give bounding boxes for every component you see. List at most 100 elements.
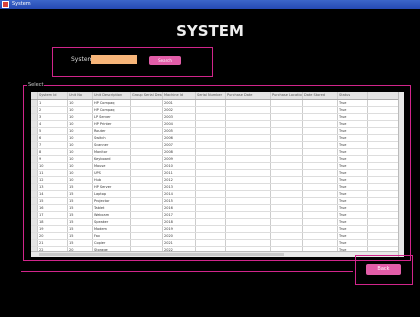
scrollbar-thumb[interactable] <box>39 253 284 256</box>
row-selector[interactable] <box>31 205 38 211</box>
table-cell[interactable] <box>271 149 303 155</box>
table-cell[interactable] <box>271 205 303 211</box>
table-cell[interactable]: 15 <box>68 226 93 232</box>
table-cell[interactable]: 15 <box>68 191 93 197</box>
row-selector[interactable] <box>31 100 38 106</box>
table-row[interactable]: 2 10 HP Compaq 2002 True <box>31 107 404 114</box>
table-cell[interactable]: True <box>338 233 368 239</box>
table-cell[interactable] <box>271 212 303 218</box>
table-cell[interactable]: True <box>338 170 368 176</box>
table-cell[interactable]: True <box>338 226 368 232</box>
table-cell[interactable] <box>303 219 338 225</box>
table-cell[interactable] <box>271 191 303 197</box>
row-selector[interactable] <box>31 177 38 183</box>
table-cell[interactable]: True <box>338 135 368 141</box>
table-cell[interactable] <box>226 198 271 204</box>
table-cell[interactable] <box>131 156 163 162</box>
table-cell[interactable]: True <box>338 149 368 155</box>
system-input[interactable] <box>91 55 137 64</box>
table-cell[interactable] <box>271 156 303 162</box>
table-cell[interactable]: 2006 <box>163 135 196 141</box>
table-cell[interactable]: True <box>338 163 368 169</box>
table-cell[interactable]: 12 <box>38 177 68 183</box>
table-cell[interactable]: 14 <box>38 191 68 197</box>
table-cell[interactable]: True <box>338 121 368 127</box>
table-cell[interactable] <box>131 233 163 239</box>
table-row[interactable]: 11 10 UPS 2011 True <box>31 170 404 177</box>
table-cell[interactable]: HP Printer <box>93 121 131 127</box>
table-cell[interactable]: 2002 <box>163 107 196 113</box>
table-cell[interactable] <box>226 149 271 155</box>
table-cell[interactable] <box>196 107 226 113</box>
table-cell[interactable]: 16 <box>38 205 68 211</box>
table-cell[interactable]: 2016 <box>163 205 196 211</box>
table-cell[interactable] <box>196 128 226 134</box>
table-cell[interactable] <box>131 170 163 176</box>
row-selector[interactable] <box>31 184 38 190</box>
table-cell[interactable] <box>303 191 338 197</box>
table-cell[interactable] <box>303 135 338 141</box>
table-cell[interactable] <box>226 107 271 113</box>
table-cell[interactable]: True <box>338 128 368 134</box>
table-cell[interactable] <box>303 142 338 148</box>
table-cell[interactable] <box>226 128 271 134</box>
table-cell[interactable]: True <box>338 212 368 218</box>
table-row[interactable]: 7 10 Scanner 2007 True <box>31 142 404 149</box>
table-cell[interactable] <box>303 198 338 204</box>
table-cell[interactable] <box>226 163 271 169</box>
table-cell[interactable] <box>131 128 163 134</box>
row-selector[interactable] <box>31 191 38 197</box>
table-cell[interactable] <box>271 100 303 106</box>
table-cell[interactable]: HP Compaq <box>93 107 131 113</box>
system-grid[interactable]: System Id Unit No Unit Description Group Se… <box>31 92 404 257</box>
table-cell[interactable] <box>226 121 271 127</box>
table-cell[interactable] <box>271 135 303 141</box>
table-cell[interactable] <box>226 219 271 225</box>
table-row[interactable]: 17 15 Webcam 2017 True <box>31 212 404 219</box>
table-cell[interactable]: Keyboard <box>93 156 131 162</box>
table-row[interactable]: 10 10 Mouse 2010 True <box>31 163 404 170</box>
table-cell[interactable]: 10 <box>68 156 93 162</box>
table-cell[interactable]: 6 <box>38 135 68 141</box>
table-cell[interactable]: Laptop <box>93 191 131 197</box>
table-cell[interactable] <box>271 114 303 120</box>
table-row[interactable]: 13 15 HP Server 2013 True <box>31 184 404 191</box>
table-row[interactable]: 4 10 HP Printer 2004 True <box>31 121 404 128</box>
table-cell[interactable] <box>196 114 226 120</box>
table-cell[interactable] <box>196 142 226 148</box>
table-row[interactable]: 9 10 Keyboard 2009 True <box>31 156 404 163</box>
table-cell[interactable]: 2014 <box>163 191 196 197</box>
table-cell[interactable] <box>271 163 303 169</box>
table-cell[interactable]: Webcam <box>93 212 131 218</box>
table-cell[interactable] <box>271 121 303 127</box>
table-cell[interactable]: 2019 <box>163 226 196 232</box>
table-row[interactable]: 8 10 Monitor 2008 True <box>31 149 404 156</box>
table-cell[interactable] <box>196 205 226 211</box>
table-cell[interactable] <box>196 156 226 162</box>
table-cell[interactable]: 18 <box>38 219 68 225</box>
table-cell[interactable]: 2017 <box>163 212 196 218</box>
row-selector[interactable] <box>31 163 38 169</box>
row-selector[interactable] <box>31 219 38 225</box>
table-cell[interactable]: 1 <box>38 100 68 106</box>
column-header[interactable]: Machine Id <box>163 92 196 99</box>
table-cell[interactable]: 2010 <box>163 163 196 169</box>
back-button[interactable]: Back <box>366 264 401 275</box>
table-cell[interactable] <box>196 240 226 246</box>
table-cell[interactable]: HP Server <box>93 184 131 190</box>
table-cell[interactable] <box>226 156 271 162</box>
table-cell[interactable]: 5 <box>38 128 68 134</box>
table-cell[interactable] <box>196 149 226 155</box>
column-header[interactable]: Status <box>338 92 368 99</box>
row-selector[interactable] <box>31 121 38 127</box>
table-cell[interactable]: 20 <box>38 233 68 239</box>
table-row[interactable]: 21 15 Copier 2021 True <box>31 240 404 247</box>
table-cell[interactable] <box>131 163 163 169</box>
table-row[interactable]: 6 10 Switch 2006 True <box>31 135 404 142</box>
table-cell[interactable]: 7 <box>38 142 68 148</box>
row-selector[interactable] <box>31 114 38 120</box>
table-cell[interactable] <box>271 128 303 134</box>
table-cell[interactable] <box>226 142 271 148</box>
table-cell[interactable] <box>131 240 163 246</box>
table-cell[interactable]: Copier <box>93 240 131 246</box>
